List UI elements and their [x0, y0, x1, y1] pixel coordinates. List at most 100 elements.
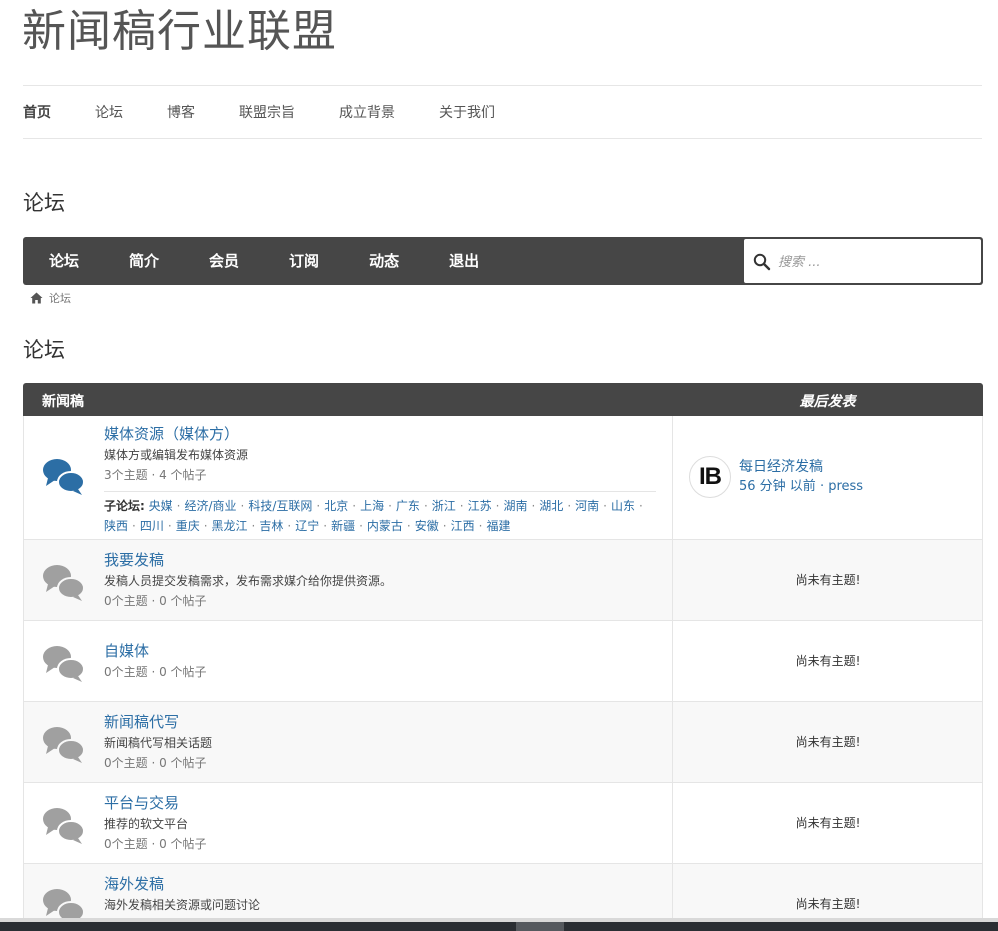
forum-stats: 0个主题 · 0 个帖子	[104, 837, 207, 851]
last-post-cell: 尚未有主题!	[672, 783, 983, 863]
search-input[interactable]	[778, 249, 973, 275]
last-post-cell: 尚未有主题!	[672, 864, 983, 924]
nav-item-about[interactable]: 关于我们	[439, 102, 495, 122]
nav-item-blog[interactable]: 博客	[167, 102, 195, 122]
last-post-time[interactable]: 56 分钟 以前	[739, 479, 816, 494]
last-post-author[interactable]: press	[828, 479, 863, 494]
breadcrumb: 论坛	[30, 290, 71, 306]
last-post-cell: IB 每日经济发稿 56 分钟 以前 · press	[672, 416, 983, 539]
forum-name[interactable]: 海外发稿	[104, 874, 164, 894]
subforum-link[interactable]: 科技/互联网	[248, 499, 312, 513]
forum-description: 新闻稿代写相关话题	[104, 736, 213, 750]
forum-name[interactable]: 平台与交易	[104, 793, 179, 813]
no-topic-text: 尚未有主题!	[795, 897, 861, 911]
tab-members[interactable]: 会员	[184, 237, 264, 285]
nav-item-forum[interactable]: 论坛	[95, 102, 123, 122]
separator: ·	[406, 519, 411, 533]
subforum-link[interactable]: 安徽	[415, 519, 439, 533]
separator: ·	[323, 519, 328, 533]
forum-stats: 0个主题 · 0 个帖子	[104, 756, 207, 770]
subforum-link[interactable]: 江西	[451, 519, 475, 533]
separator: ·	[240, 499, 245, 513]
discussion-icon	[43, 808, 85, 844]
forum-navbar: 论坛 简介 会员 订阅 动态 退出	[23, 237, 983, 285]
subforum-link[interactable]: 江苏	[468, 499, 492, 513]
subforum-link[interactable]: 四川	[140, 519, 164, 533]
subforum-link[interactable]: 上海	[360, 499, 384, 513]
subforum-link[interactable]: 黑龙江	[212, 519, 248, 533]
table-row: 自媒体 0个主题 · 0 个帖子 尚未有主题!	[23, 621, 983, 702]
avatar[interactable]: IB	[689, 456, 731, 498]
tab-activity[interactable]: 动态	[344, 237, 424, 285]
nav-item-mission[interactable]: 联盟宗旨	[239, 102, 295, 122]
table-row: 媒体资源（媒体方） 媒体方或编辑发布媒体资源 3个主题 · 4 个帖子 子论坛:…	[23, 416, 983, 540]
scrollbar-thumb[interactable]	[516, 922, 564, 931]
separator: ·	[495, 499, 500, 513]
subforum-link[interactable]: 重庆	[176, 519, 200, 533]
last-post-title[interactable]: 每日经济发稿	[739, 457, 863, 477]
subforum-list: 子论坛: 央媒 · 经济/商业 · 科技/互联网 · 北京 · 上海 · 广东 · 浙江 · 江苏 · 湖南 · 湖…	[104, 491, 656, 536]
main-nav: 首页 论坛 博客 联盟宗旨 成立背景 关于我们	[23, 86, 539, 138]
forum-name[interactable]: 新闻稿代写	[104, 712, 179, 732]
home-icon[interactable]	[30, 292, 43, 304]
subforum-link[interactable]: 新疆	[331, 519, 355, 533]
table-row: 平台与交易 推荐的软文平台 0个主题 · 0 个帖子 尚未有主题!	[23, 783, 983, 864]
separator: ·	[459, 499, 464, 513]
separator: ·	[603, 499, 607, 513]
forum-stats: 0个主题 · 0 个帖子	[104, 665, 207, 679]
forum-description: 媒体方或编辑发布媒体资源	[104, 448, 249, 462]
separator: ·	[287, 519, 292, 533]
site-title[interactable]: 新闻稿行业联盟	[22, 6, 337, 58]
separator: ·	[352, 499, 357, 513]
separator: ·	[132, 519, 136, 533]
nav-item-background[interactable]: 成立背景	[339, 102, 395, 122]
table-row: 新闻稿代写 新闻稿代写相关话题 0个主题 · 0 个帖子 尚未有主题!	[23, 702, 983, 783]
tab-subscriptions[interactable]: 订阅	[264, 237, 344, 285]
tab-forum[interactable]: 论坛	[23, 237, 104, 285]
subforum-link[interactable]: 河南	[575, 499, 599, 513]
table-header: 新闻稿 最后发表	[23, 383, 983, 416]
subforum-link[interactable]: 辽宁	[295, 519, 319, 533]
tab-intro[interactable]: 简介	[104, 237, 184, 285]
subforum-link[interactable]: 内蒙古	[367, 519, 403, 533]
no-topic-text: 尚未有主题!	[795, 816, 861, 830]
discussion-icon	[43, 646, 85, 682]
nav-item-home[interactable]: 首页	[23, 102, 51, 122]
separator: ·	[531, 499, 536, 513]
subforum-link[interactable]: 央媒	[149, 499, 173, 513]
forum-name[interactable]: 自媒体	[104, 641, 149, 661]
subforum-link[interactable]: 陕西	[104, 519, 128, 533]
table-row: 海外发稿 海外发稿相关资源或问题讨论 尚未有主题!	[23, 864, 983, 925]
separator: ·	[359, 519, 363, 533]
search-icon	[753, 253, 771, 271]
separator: ·	[567, 499, 572, 513]
subforum-link[interactable]: 湖北	[539, 499, 563, 513]
subforum-link[interactable]: 浙江	[432, 499, 456, 513]
forum-name[interactable]: 媒体资源（媒体方）	[104, 424, 239, 444]
forum-name[interactable]: 我要发稿	[104, 550, 164, 570]
separator: ·	[442, 519, 447, 533]
separator: ·	[423, 499, 428, 513]
forum-description: 推荐的软文平台	[104, 817, 189, 831]
subforum-link[interactable]: 湖南	[503, 499, 527, 513]
subforum-link[interactable]: 经济/商业	[184, 499, 236, 513]
last-post-cell: 尚未有主题!	[672, 540, 983, 620]
header-forum: 新闻稿	[42, 394, 84, 410]
breadcrumb-forum[interactable]: 论坛	[49, 290, 71, 306]
horizontal-scrollbar[interactable]	[0, 922, 998, 931]
separator: ·	[478, 519, 483, 533]
subforum-link[interactable]: 广东	[396, 499, 420, 513]
subforum-link[interactable]: 山东	[611, 499, 635, 513]
tab-logout[interactable]: 退出	[424, 237, 504, 285]
separator: ·	[639, 499, 643, 513]
subforum-link[interactable]: 吉林	[259, 519, 283, 533]
subforum-link[interactable]: 福建	[486, 519, 510, 533]
separator: ·	[316, 499, 321, 513]
subforum-link[interactable]: 北京	[324, 499, 348, 513]
last-post-cell: 尚未有主题!	[672, 621, 983, 701]
forum-stats: 3个主题 · 4 个帖子	[104, 468, 207, 482]
discussion-icon	[43, 565, 85, 601]
divider	[23, 138, 982, 139]
separator: ·	[203, 519, 208, 533]
search-box[interactable]	[743, 238, 982, 284]
